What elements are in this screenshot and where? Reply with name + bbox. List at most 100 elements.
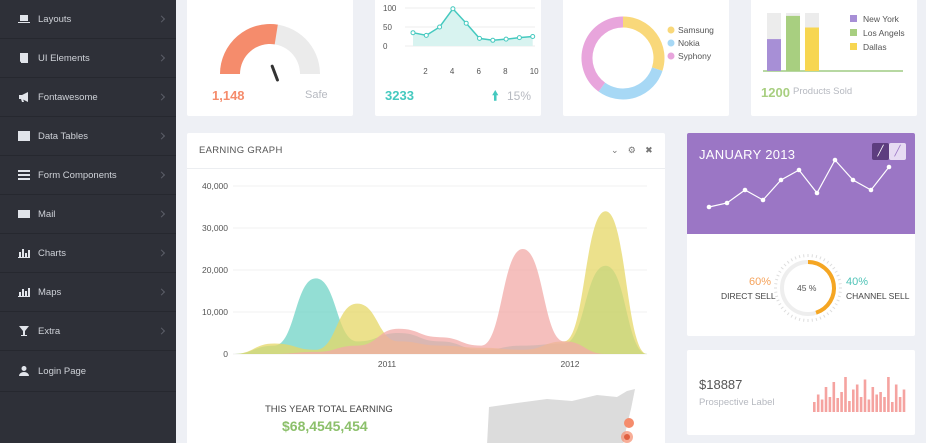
- collapse-icon[interactable]: ⌄: [611, 145, 619, 156]
- prospective-bar: [902, 389, 906, 412]
- january-point: [796, 167, 802, 173]
- close-icon[interactable]: ✖: [645, 145, 653, 156]
- x-tick-label: 2: [423, 67, 428, 76]
- bars-label: Products Sold: [793, 86, 853, 97]
- sidebar-item-extra[interactable]: Extra: [0, 312, 176, 351]
- sidebar-item-login-page[interactable]: Login Page: [0, 351, 176, 392]
- donut-chart: Samsung Nokia Syphony: [581, 16, 714, 100]
- prospective-bar: [879, 392, 882, 412]
- form-icon: [18, 169, 30, 181]
- ring-tick: [819, 316, 822, 320]
- legend-label: Los Angels: [863, 28, 905, 38]
- earning-total-value: $68,4545,454: [282, 418, 368, 434]
- prospective-bar: [891, 402, 894, 412]
- ring-tick: [826, 260, 830, 264]
- channel-label: CHANNEL SELL: [846, 291, 910, 301]
- earning-graph-header: EARNING GRAPH ⌄ ⚙ ✖: [187, 133, 665, 169]
- ring-tick: [776, 299, 780, 302]
- ring-tick: [794, 256, 797, 260]
- map-marker: [624, 418, 634, 428]
- map-chart-icon: [18, 286, 30, 298]
- bar: [786, 15, 800, 71]
- ring-center-label: 45 %: [797, 283, 817, 293]
- sidebar-item-fontawesome[interactable]: Fontawesome: [0, 78, 176, 117]
- gauge-label: Safe: [305, 89, 328, 101]
- ring-tick: [783, 263, 787, 267]
- gear-icon[interactable]: ⚙: [628, 145, 636, 156]
- ring-tick: [823, 314, 826, 318]
- sidebar-item-label: Extra: [38, 325, 61, 337]
- ring-tick: [790, 314, 793, 318]
- sidebar-item-layouts[interactable]: Layouts: [0, 0, 176, 39]
- sidebar-item-form-components[interactable]: Form Components: [0, 156, 176, 195]
- gauge-chart: [220, 24, 320, 82]
- ring-tick: [829, 263, 833, 267]
- prospective-card: $18887 Prospective Label: [687, 350, 915, 435]
- january-line-chart: [706, 157, 892, 210]
- gauge-value: 1,148: [212, 88, 245, 103]
- january-point: [760, 197, 766, 203]
- direct-label: DIRECT SELL: [721, 291, 776, 301]
- bar: [805, 27, 819, 71]
- x-tick-label: 2012: [561, 359, 580, 369]
- bar: [767, 39, 781, 71]
- prospective-bar: [883, 397, 886, 412]
- ring-tick: [786, 312, 790, 316]
- prospective-bar: [875, 394, 878, 412]
- y-tick-label: 40,000: [202, 181, 228, 191]
- donut-slice: [581, 16, 624, 92]
- x-tick-label: 4: [450, 67, 455, 76]
- sidebar-item-data-tables[interactable]: Data Tables: [0, 117, 176, 156]
- ring-tick: [834, 270, 838, 273]
- bars-chart: New York Los Angels Dallas: [763, 13, 905, 72]
- user-icon: [18, 365, 30, 377]
- gauge-needle: [270, 64, 279, 82]
- bars-value: 1200: [761, 85, 790, 100]
- prospective-bar: [871, 387, 875, 412]
- ring-tick: [829, 309, 833, 313]
- up-arrow-icon: 🠙: [492, 88, 499, 103]
- y-tick-label: 0: [383, 42, 388, 51]
- line-point: [437, 24, 443, 30]
- ring-tick: [790, 258, 793, 262]
- line-point: [410, 30, 416, 36]
- prospective-bar: [855, 384, 859, 412]
- donut-slice: [598, 67, 663, 100]
- prospective-label: Prospective Label: [699, 397, 775, 408]
- sidebar-item-maps[interactable]: Maps: [0, 273, 176, 312]
- legend-swatch: [667, 26, 675, 34]
- prospective-value: $18887: [699, 377, 743, 392]
- legend-swatch: [850, 43, 857, 50]
- map-marker: [624, 434, 630, 440]
- january-point: [868, 187, 874, 193]
- sidebar-item-mail[interactable]: Mail: [0, 195, 176, 234]
- january-point: [832, 157, 838, 163]
- ring-tick: [776, 274, 780, 277]
- ring-tick: [823, 258, 826, 262]
- prospective-bar: [828, 397, 832, 412]
- january-point: [814, 190, 820, 196]
- prospective-bar: [848, 401, 851, 412]
- sidebar-item-label: Charts: [38, 247, 66, 259]
- sidebar-item-charts[interactable]: Charts: [0, 234, 176, 273]
- ring-tick: [837, 295, 841, 298]
- legend-swatch: [667, 39, 675, 47]
- ring-tick: [780, 306, 784, 310]
- legend-swatch: [850, 15, 857, 22]
- ring-tick: [778, 270, 782, 273]
- earning-graph-title: EARNING GRAPH: [199, 145, 283, 156]
- ring-tick: [778, 303, 782, 306]
- ring-tick: [836, 299, 840, 302]
- chevron-right-icon: [157, 132, 166, 140]
- line-point: [450, 6, 456, 12]
- line-point: [463, 20, 469, 26]
- y-tick-label: 10,000: [202, 307, 228, 317]
- sidebar: Layouts UI Elements Fontawesome Data Tables…: [0, 0, 176, 443]
- prospective-bar: [852, 389, 855, 412]
- line-card: 0 50 100 2 4 6 8 10 3233 🠙 15%: [375, 0, 541, 116]
- prospective-bar: [836, 398, 839, 412]
- sidebar-item-ui-elements[interactable]: UI Elements: [0, 39, 176, 78]
- sidebar-item-label: Data Tables: [38, 130, 88, 142]
- book-icon: [18, 52, 30, 64]
- gauge-card: 1,148 Safe: [187, 0, 353, 116]
